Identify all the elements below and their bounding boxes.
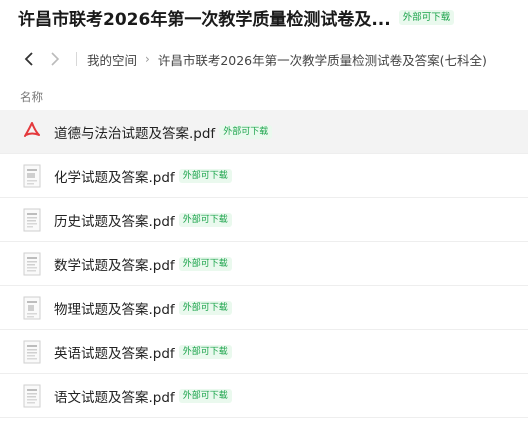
file-name: 历史试题及答案.pdf [54,213,175,230]
file-name: 数学试题及答案.pdf [54,257,175,274]
file-browser-page: 许昌市联考2026年第一次教学质量检测试卷及... 外部可下载 我的空间 › 许… [0,0,528,438]
file-row-chinese[interactable]: 语文试题及答案.pdf 外部可下载 [0,374,528,418]
file-row-physics[interactable]: 物理试题及答案.pdf 外部可下载 [0,286,528,330]
breadcrumb-separator: › [145,52,150,66]
document-thumbnail-icon [23,164,41,187]
chevron-left-icon [24,52,33,66]
pdf-icon [24,121,40,137]
file-row-history[interactable]: 历史试题及答案.pdf 外部可下载 [0,198,528,242]
document-thumbnail-icon [23,340,41,363]
chevron-right-icon [51,52,60,66]
navigation-bar: 我的空间 › 许昌市联考2026年第一次教学质量检测试卷及答案(七科全) [0,40,528,78]
external-download-badge: 外部可下载 [178,212,232,227]
external-download-badge: 外部可下载 [178,256,232,271]
document-thumbnail-icon [23,208,41,231]
file-row-moral-law[interactable]: 道德与法治试题及答案.pdf 外部可下载 [0,110,528,154]
column-name-label[interactable]: 名称 [20,89,43,105]
external-download-badge: 外部可下载 [219,124,273,139]
file-list: 道德与法治试题及答案.pdf 外部可下载 化学试题及答案.pdf 外部可下载 历… [0,110,528,418]
file-name: 化学试题及答案.pdf [54,169,175,186]
file-name: 英语试题及答案.pdf [54,345,175,362]
external-download-badge: 外部可下载 [178,388,232,403]
external-download-badge: 外部可下载 [178,300,232,315]
breadcrumb-current-folder: 许昌市联考2026年第一次教学质量检测试卷及答案(七科全) [157,52,487,68]
forward-button[interactable] [46,50,64,68]
external-download-badge: 外部可下载 [398,9,455,25]
file-name: 语文试题及答案.pdf [54,389,175,406]
document-thumbnail-icon [23,296,41,319]
document-thumbnail-icon [23,384,41,407]
nav-divider [76,52,77,66]
breadcrumb-my-space[interactable]: 我的空间 [87,50,137,69]
page-title: 许昌市联考2026年第一次教学质量检测试卷及... [18,9,391,30]
file-name: 道德与法治试题及答案.pdf [54,125,216,142]
file-name: 物理试题及答案.pdf [54,301,175,318]
external-download-badge: 外部可下载 [178,344,232,359]
list-column-header: 名称 [0,86,528,108]
external-download-badge: 外部可下载 [178,168,232,183]
document-thumbnail-icon [23,252,41,275]
file-row-math[interactable]: 数学试题及答案.pdf 外部可下载 [0,242,528,286]
back-button[interactable] [20,50,38,68]
file-row-english[interactable]: 英语试题及答案.pdf 外部可下载 [0,330,528,374]
page-header: 许昌市联考2026年第一次教学质量检测试卷及... 外部可下载 [0,0,528,34]
file-row-chemistry[interactable]: 化学试题及答案.pdf 外部可下载 [0,154,528,198]
